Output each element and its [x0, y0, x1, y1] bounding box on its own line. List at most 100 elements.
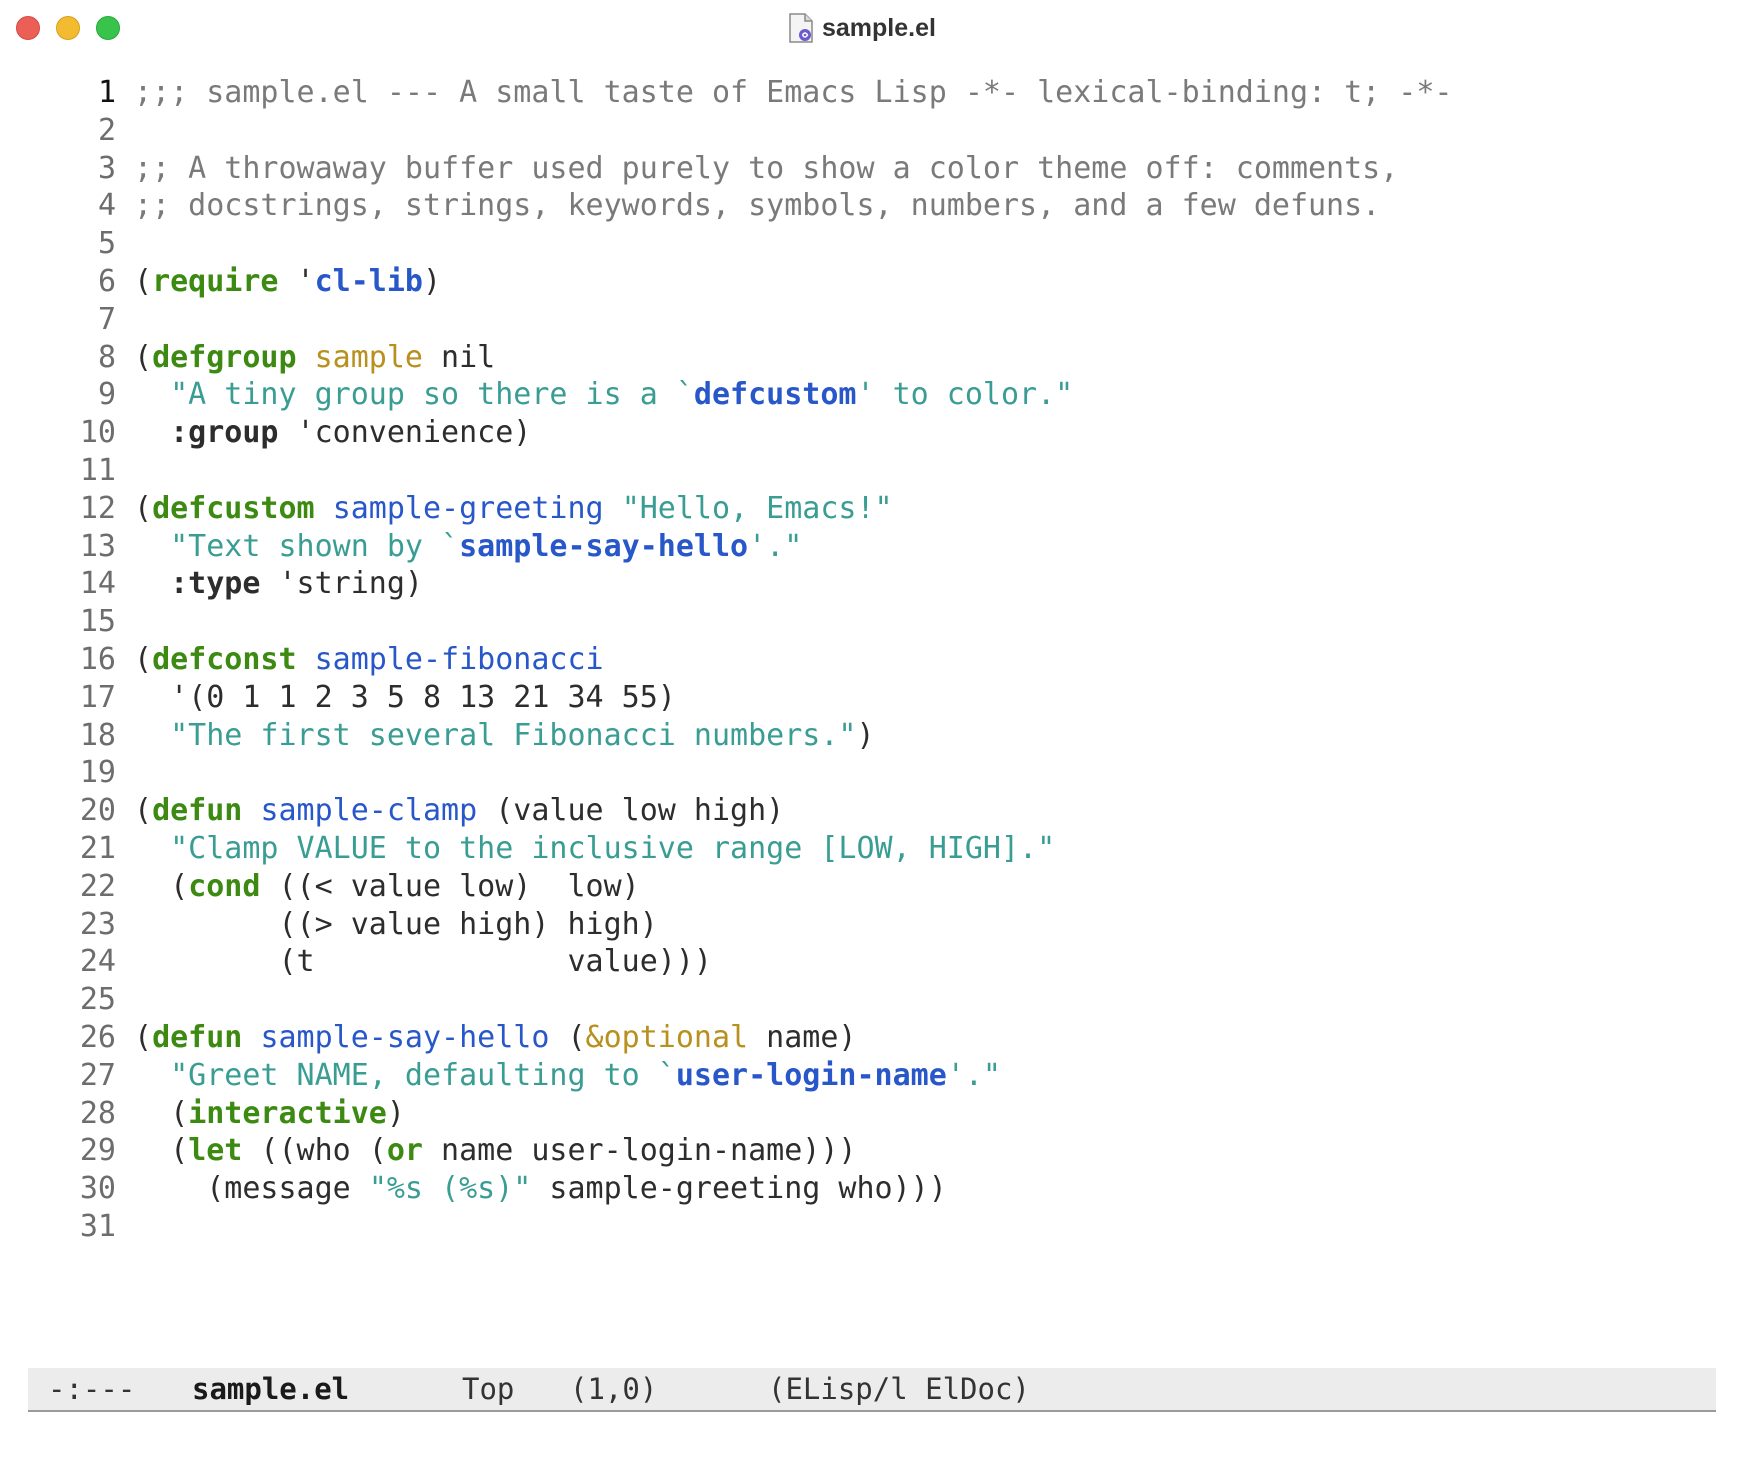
code-token: ( — [134, 339, 153, 375]
code-line[interactable]: 22 (cond ((< value low) low) — [0, 866, 640, 908]
code-line[interactable]: 6 (require 'cl-lib) — [0, 261, 441, 303]
line-number: 17 — [79, 679, 116, 715]
code-line[interactable]: 1 ;;; sample.el --- A small taste of Emac… — [0, 78, 1453, 114]
code-line[interactable]: 10 :group 'convenience) — [0, 412, 532, 454]
code-token: 'convenience) — [278, 415, 532, 451]
line-number: 23 — [79, 906, 116, 942]
code-token: defcustom — [693, 377, 857, 413]
code-line[interactable]: 24 (t value))) — [0, 941, 712, 983]
code-token: ((> value high) high) — [134, 906, 658, 942]
code-token: name) — [748, 1020, 857, 1055]
code-line[interactable]: 3 ;; A throwaway buffer used purely to sh… — [0, 148, 1398, 190]
code-token: ' — [278, 264, 315, 299]
code-line[interactable]: 13 "Text shown by `sample-say-hello'." — [0, 526, 802, 568]
code-token: sample-clamp — [260, 793, 478, 829]
code-line[interactable]: 20 (defun sample-clamp (value low high) — [0, 790, 784, 832]
code-line[interactable]: 16 (defconst sample-fibonacci — [0, 639, 604, 681]
code-text: "A tiny group so there is a `defcustom' … — [134, 374, 1073, 416]
code-line[interactable]: 5 — [0, 223, 116, 265]
code-token: "Hello, Emacs!" — [621, 490, 893, 526]
code-line[interactable]: 30 (message "%s (%s)" sample-greeting wh… — [0, 1168, 947, 1210]
code-line[interactable]: 11 — [0, 450, 116, 492]
modeline-buffer-name[interactable]: sample.el — [192, 1368, 349, 1410]
code-token: ( — [134, 490, 153, 526]
zoom-button[interactable] — [96, 16, 120, 40]
code-token: ( — [549, 1020, 586, 1055]
code-text: ;; docstrings, strings, keywords, symbol… — [134, 185, 1380, 227]
code-token: "%s (%s)" — [368, 1171, 532, 1207]
code-line[interactable]: 23 ((> value high) high) — [0, 904, 658, 946]
code-text: (message "%s (%s)" sample-greeting who))… — [134, 1168, 947, 1210]
title-bar[interactable]: sample.el — [0, 0, 1744, 56]
code-token: sample-greeting — [332, 490, 604, 526]
line-number: 2 — [97, 112, 116, 148]
code-line[interactable]: 14 :type 'string) — [0, 563, 423, 605]
line-number: 25 — [79, 982, 116, 1018]
code-text: (t value))) — [134, 941, 711, 983]
code-token: sample-fibonacci — [314, 642, 604, 677]
modeline-position: Top — [462, 1372, 515, 1406]
code-line[interactable]: 17 '(0 1 1 2 3 5 8 13 21 34 55) — [0, 677, 676, 719]
code-token: ( — [134, 793, 153, 829]
code-line[interactable]: 21 "Clamp VALUE to the inclusive range [… — [0, 828, 1055, 870]
line-number: 29 — [79, 1133, 116, 1169]
line-number: 16 — [79, 642, 116, 677]
line-number: 4 — [97, 188, 116, 224]
line-number: 24 — [79, 944, 116, 980]
code-token: ;; docstrings, strings, keywords, symbol… — [134, 188, 1381, 224]
code-token: ( — [134, 1133, 189, 1169]
close-button[interactable] — [16, 16, 40, 40]
code-line[interactable]: 28 (interactive) — [0, 1093, 405, 1135]
modeline-major-mode[interactable]: (ELisp/l ElDoc) — [768, 1368, 1030, 1410]
code-line[interactable]: 31 — [0, 1206, 116, 1248]
code-line[interactable]: 2 — [0, 110, 116, 152]
code-token: ) — [386, 1095, 405, 1131]
code-line[interactable]: 26 (defun sample-say-hello (&optional nam… — [0, 1017, 857, 1059]
code-line[interactable]: 15 — [0, 601, 116, 643]
code-text: (defun sample-say-hello (&optional name) — [134, 1017, 856, 1059]
code-line[interactable]: 27 "Greet NAME, defaulting to `user-logi… — [0, 1055, 1001, 1097]
code-line[interactable]: 25 — [0, 979, 116, 1021]
code-token: ( — [134, 1020, 153, 1055]
code-text: "Text shown by `sample-say-hello'." — [134, 526, 802, 568]
code-text: "Greet NAME, defaulting to `user-login-n… — [134, 1055, 1001, 1097]
code-token: defconst — [152, 642, 297, 677]
code-line[interactable]: 4 ;; docstrings, strings, keywords, symbo… — [0, 185, 1380, 227]
code-token: "Clamp VALUE to the inclusive range [LOW… — [170, 831, 1056, 866]
line-number: 7 — [97, 301, 116, 337]
mode-line[interactable]: -:--- sample.el Top (1,0) (ELisp/l ElDoc… — [28, 1368, 1716, 1412]
code-token: ) — [423, 264, 442, 299]
code-text: (require 'cl-lib) — [134, 261, 441, 303]
code-line[interactable]: 12 (defcustom sample-greeting "Hello, Ema… — [0, 488, 893, 530]
code-line[interactable]: 19 — [0, 752, 116, 794]
code-token: ( — [134, 642, 153, 677]
code-token: cond — [188, 868, 261, 904]
code-token: defgroup — [152, 339, 297, 375]
line-number: 21 — [79, 831, 116, 866]
code-text: ((> value high) high) — [134, 904, 658, 946]
line-number: 20 — [79, 793, 116, 829]
code-token: ( — [134, 264, 153, 299]
code-token: or — [386, 1133, 423, 1169]
code-text: (let ((who (or name user-login-name))) — [134, 1130, 856, 1172]
code-token: sample — [314, 339, 423, 375]
emacs-window: sample.el 1 ;;; sample.el --- A small tas… — [0, 0, 1744, 1480]
code-line[interactable]: 18 "The first several Fibonacci numbers.… — [0, 715, 875, 757]
editor-buffer[interactable]: 1 ;;; sample.el --- A small taste of Emac… — [0, 78, 1744, 1366]
code-line[interactable]: 7 — [0, 299, 116, 341]
minimize-button[interactable] — [56, 16, 80, 40]
line-number: 12 — [79, 490, 116, 526]
code-token: "The first several Fibonacci numbers." — [170, 717, 857, 753]
code-line[interactable]: 8 (defgroup sample nil — [0, 337, 495, 379]
code-line[interactable]: 29 (let ((who (or name user-login-name))… — [0, 1130, 857, 1172]
code-token: ' to color." — [856, 377, 1074, 413]
code-line[interactable]: 9 "A tiny group so there is a `defcustom… — [0, 374, 1073, 416]
line-number: 5 — [97, 226, 116, 262]
code-token: defcustom — [152, 490, 315, 526]
code-text: (defcustom sample-greeting "Hello, Emacs… — [134, 488, 893, 530]
